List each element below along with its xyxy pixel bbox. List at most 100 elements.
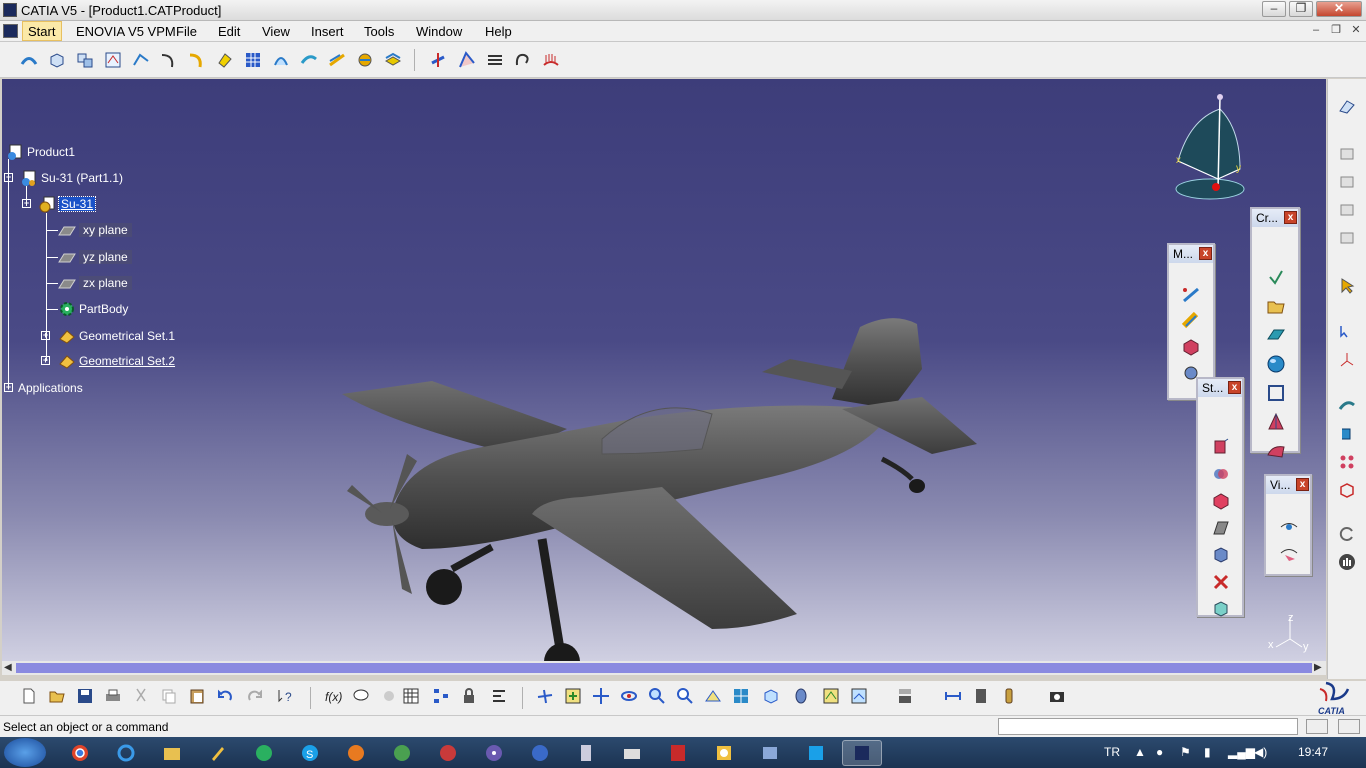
standard-palette-title[interactable]: St... x: [1198, 379, 1242, 397]
minimize-button[interactable]: –: [1262, 1, 1286, 17]
grid-analysis-icon[interactable]: [456, 49, 478, 71]
create-palette-close-button[interactable]: x: [1284, 211, 1297, 224]
menu-start[interactable]: Start: [28, 24, 55, 39]
taskbar-chrome-icon[interactable]: [60, 740, 100, 766]
print-icon[interactable]: [102, 685, 124, 707]
porcupine-icon[interactable]: [540, 49, 562, 71]
redo-icon[interactable]: [244, 685, 266, 707]
workbench-icon[interactable]: [1336, 95, 1358, 117]
measure-inertia-icon[interactable]: [1179, 335, 1203, 359]
tree-node-partbody[interactable]: PartBody: [58, 300, 128, 318]
power-input-field[interactable]: [998, 718, 1298, 735]
multi-view-icon[interactable]: [1336, 451, 1358, 473]
menu-help[interactable]: Help: [485, 24, 512, 39]
solid-icon[interactable]: [1209, 489, 1233, 513]
new-file-icon[interactable]: [18, 685, 40, 707]
zoom-out-icon[interactable]: [674, 685, 696, 707]
surface-create-icon[interactable]: [1264, 439, 1288, 463]
tray-volume-icon[interactable]: ◀): [1254, 745, 1267, 759]
remove-icon[interactable]: [1209, 570, 1233, 594]
grid-icon[interactable]: [400, 685, 422, 707]
spline-icon[interactable]: [158, 49, 180, 71]
start-button-icon[interactable]: [4, 738, 46, 767]
mdi-minimize-button[interactable]: –: [1308, 24, 1324, 38]
compass-icon[interactable]: [1170, 89, 1250, 209]
render-style-icon[interactable]: [790, 685, 812, 707]
rotate-view-icon[interactable]: [618, 685, 640, 707]
taskbar-firefox-icon[interactable]: [336, 740, 376, 766]
tray-security-icon[interactable]: ●: [1156, 745, 1163, 759]
zoom-in-icon[interactable]: [646, 685, 668, 707]
view-hide-icon[interactable]: [1277, 541, 1301, 565]
fit-all-icon[interactable]: [562, 685, 584, 707]
assembly-icon[interactable]: [74, 49, 96, 71]
formula-icon[interactable]: f(x): [322, 685, 344, 707]
taskbar-blue-app-icon[interactable]: [520, 740, 560, 766]
tree-node-applications[interactable]: Applications: [18, 379, 83, 397]
taskbar-skype-icon[interactable]: S: [290, 740, 330, 766]
multi-view-bottom-icon[interactable]: [730, 685, 752, 707]
fly-mode-icon[interactable]: [1336, 395, 1358, 417]
tree-structure-icon[interactable]: [430, 685, 452, 707]
measure-item-icon[interactable]: [1179, 309, 1203, 333]
tray-flag-icon[interactable]: ⚑: [1180, 745, 1191, 759]
swap-visible-icon[interactable]: [848, 685, 870, 707]
normal-view-icon[interactable]: [702, 685, 724, 707]
measure-between-icon[interactable]: [1179, 283, 1203, 307]
tree-node-product[interactable]: Product1: [6, 143, 75, 161]
taskbar-pdf-icon[interactable]: [658, 740, 698, 766]
document-icon[interactable]: [3, 24, 18, 38]
tree-node-zx-plane[interactable]: zx plane: [58, 274, 132, 292]
status-button-1[interactable]: [1306, 719, 1328, 734]
menu-edit[interactable]: Edit: [218, 24, 240, 39]
publication-icon[interactable]: [970, 685, 992, 707]
select-arrow-icon[interactable]: [1336, 275, 1358, 297]
extrude-icon[interactable]: [214, 49, 236, 71]
taskbar-explorer-icon[interactable]: [152, 740, 192, 766]
save-icon[interactable]: [74, 685, 96, 707]
tray-battery-icon[interactable]: ▮: [1204, 745, 1211, 759]
3d-viewport[interactable]: x y Product1 − Su-31 (Part1.1) − Su-31 x…: [2, 79, 1326, 661]
blend-icon[interactable]: [354, 49, 376, 71]
taskbar-catia-icon[interactable]: [842, 740, 882, 766]
taskbar-skype2-icon[interactable]: [796, 740, 836, 766]
connect-curve-icon[interactable]: [512, 49, 534, 71]
cube-icon[interactable]: [1209, 543, 1233, 567]
tree-expand-toggle[interactable]: +: [41, 356, 50, 365]
menu-view[interactable]: View: [262, 24, 290, 39]
split-icon[interactable]: [428, 49, 450, 71]
comment-icon[interactable]: [350, 685, 372, 707]
tree-node-part-name[interactable]: Su-31: [38, 195, 97, 213]
measure-bottom-icon[interactable]: [942, 685, 964, 707]
taskbar-media-icon[interactable]: [428, 740, 468, 766]
mdi-close-button[interactable]: ✕: [1348, 24, 1364, 38]
standard-palette-close-button[interactable]: x: [1228, 381, 1241, 394]
tree-expand-toggle[interactable]: +: [41, 331, 50, 340]
wireframe-icon[interactable]: [130, 49, 152, 71]
taskbar-network-app-icon[interactable]: [750, 740, 790, 766]
view-palette[interactable]: Vi... x: [1264, 474, 1312, 576]
view-palette-close-button[interactable]: x: [1296, 478, 1309, 491]
menu-enovia[interactable]: ENOVIA V5 VPM: [76, 24, 176, 39]
open-file-icon[interactable]: [46, 685, 68, 707]
thick-surface-icon[interactable]: [1209, 597, 1233, 621]
taskbar-calculator-icon[interactable]: [566, 740, 606, 766]
multi-section-icon[interactable]: [326, 49, 348, 71]
point-icon[interactable]: [1264, 265, 1288, 289]
hatching-icon[interactable]: [484, 49, 506, 71]
horizontal-scrollbar[interactable]: ◀ ▶: [2, 661, 1326, 675]
taskbar-disc-icon[interactable]: [474, 740, 514, 766]
taskbar-camera-icon[interactable]: [612, 740, 652, 766]
union-icon[interactable]: [1209, 462, 1233, 486]
hand-icon[interactable]: [1336, 551, 1358, 573]
shell-icon[interactable]: [1209, 516, 1233, 540]
tree-collapse-toggle[interactable]: −: [22, 199, 31, 208]
open-folder-icon[interactable]: [1264, 294, 1288, 318]
menu-window[interactable]: Window: [416, 24, 462, 39]
cone-icon[interactable]: [1264, 410, 1288, 434]
fly-icon[interactable]: [534, 685, 556, 707]
scroll-left-icon[interactable]: ◀: [4, 662, 12, 673]
tray-chevron-icon[interactable]: ▲: [1134, 745, 1146, 759]
close-button[interactable]: ✕: [1316, 1, 1362, 17]
lock-icon[interactable]: [458, 685, 480, 707]
